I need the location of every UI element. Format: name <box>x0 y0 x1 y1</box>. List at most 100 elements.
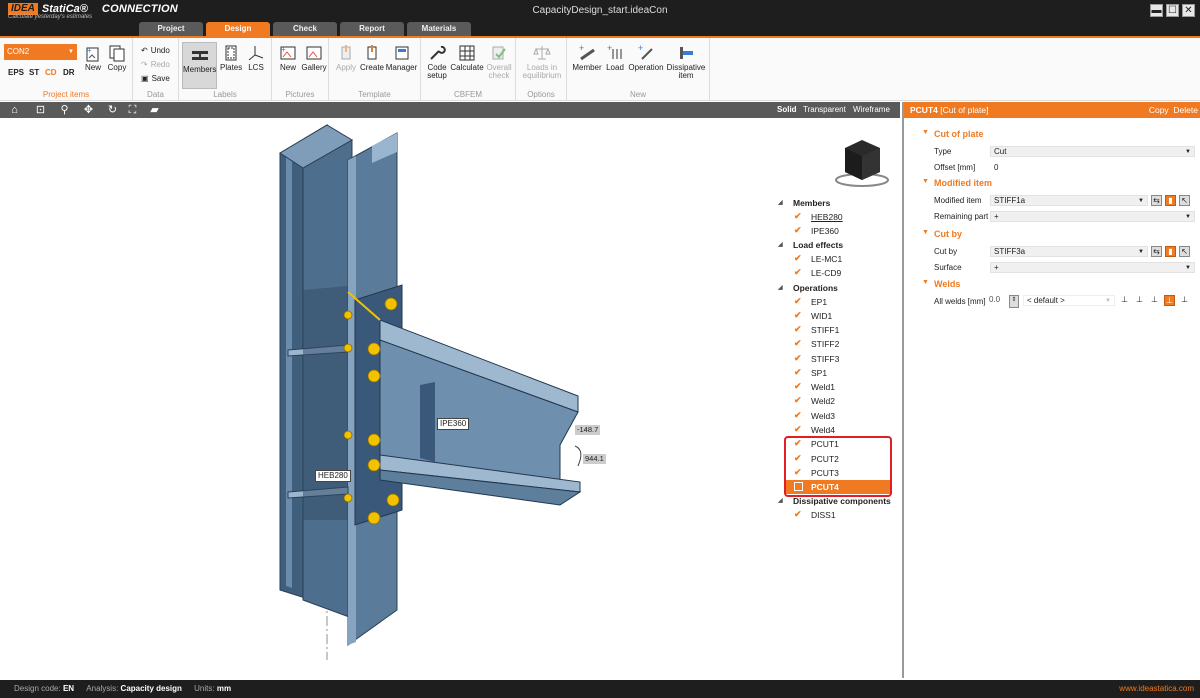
spin-icon[interactable]: ⇕ <box>1009 295 1019 308</box>
select-in-model-icon[interactable]: ⇆ <box>1151 246 1162 257</box>
tree-item-le-cd9[interactable]: ✔ LE-CD9 <box>776 266 900 280</box>
remaining-part-select[interactable]: + ▼ <box>990 211 1195 222</box>
tab-design[interactable]: Design <box>206 22 270 36</box>
connection-select[interactable]: CON2 ▼ <box>4 44 77 60</box>
loads-in-equilibrium-button[interactable]: Loads in equilibrium <box>519 44 565 80</box>
picture-new-button[interactable]: + New <box>277 44 299 72</box>
3d-viewport[interactable]: HEB280 IPE360 -148.7 944.1 <box>0 118 900 678</box>
partial-weld-icon[interactable]: ⊥ <box>1179 295 1190 306</box>
check-icon[interactable]: ✔ <box>794 382 803 391</box>
code-setup-button[interactable]: Code setup <box>426 44 448 80</box>
tree-group-members[interactable]: ◢ Members <box>776 196 900 210</box>
tree-group-operations[interactable]: ◢ Operations <box>776 281 900 295</box>
collapse-icon[interactable]: ▼ <box>922 178 929 185</box>
bevel-weld-icon[interactable]: ⊥ <box>1149 295 1160 306</box>
picture-gallery-button[interactable]: Gallery <box>301 44 327 72</box>
pick-item-icon[interactable]: ▮ <box>1165 195 1176 206</box>
cursor-icon[interactable]: ↖ <box>1179 246 1190 257</box>
zoom-icon[interactable]: ⚲ <box>58 104 71 116</box>
tab-materials[interactable]: Materials <box>407 22 471 36</box>
check-icon[interactable]: ✔ <box>794 425 803 434</box>
tree-item-stiff3[interactable]: ✔ STIFF3 <box>776 352 900 366</box>
new-member-button[interactable]: + Member <box>570 44 604 72</box>
tab-project[interactable]: Project <box>139 22 203 36</box>
modified-item-select[interactable]: STIFF1a ▼ <box>990 195 1148 206</box>
collapse-icon[interactable]: ◢ <box>778 281 783 295</box>
type-select[interactable]: Cut ▼ <box>990 146 1195 157</box>
check-icon[interactable]: ✔ <box>794 339 803 348</box>
delete-operation-button[interactable]: Delete <box>1173 105 1198 115</box>
collapse-icon[interactable]: ◢ <box>778 196 783 210</box>
check-icon[interactable]: ✔ <box>794 212 803 221</box>
tree-item-weld3[interactable]: ✔ Weld3 <box>776 409 900 423</box>
tree-item-ipe360[interactable]: ✔ IPE360 <box>776 224 900 238</box>
labels-members-button[interactable]: Members <box>182 42 217 89</box>
tree-item-ep1[interactable]: ✔ EP1 <box>776 295 900 309</box>
new-dissipative-item-button[interactable]: Dissipative item <box>665 44 707 80</box>
check-icon[interactable]: ✔ <box>794 226 803 235</box>
undo-button[interactable]: ↶ Undo <box>141 46 170 55</box>
template-apply-button[interactable]: Apply <box>333 44 359 72</box>
type-st[interactable]: ST <box>29 68 39 77</box>
home-icon[interactable]: ⌂ <box>8 104 21 116</box>
section-cut-by[interactable]: ▼ Cut by <box>922 229 962 239</box>
weld-type-select[interactable]: < default > ▼ <box>1023 295 1115 306</box>
close-button[interactable]: ✕ <box>1182 4 1195 17</box>
surface-select[interactable]: + ▼ <box>990 262 1195 273</box>
labels-lcs-button[interactable]: LCS <box>246 44 266 72</box>
rotate-icon[interactable]: ↻ <box>106 104 119 116</box>
check-icon[interactable]: ✔ <box>794 354 803 363</box>
check-icon[interactable]: ✔ <box>794 368 803 377</box>
type-dr[interactable]: DR <box>63 68 75 77</box>
redo-button[interactable]: ↷ Redo <box>141 60 170 69</box>
fillet-weld-icon[interactable]: ⊥ <box>1119 295 1130 306</box>
check-icon[interactable]: ✔ <box>794 254 803 263</box>
collapse-icon[interactable]: ◢ <box>778 494 783 508</box>
tree-item-heb280[interactable]: ✔ HEB280 <box>776 210 900 224</box>
view-mode-wireframe[interactable]: Wireframe <box>853 105 890 114</box>
calculate-button[interactable]: Calculate <box>450 44 484 72</box>
labels-plates-button[interactable]: Plates <box>220 44 242 72</box>
view-mode-transparent[interactable]: Transparent <box>803 105 846 114</box>
offset-input[interactable]: 0 <box>990 162 1195 173</box>
tree-item-stiff2[interactable]: ✔ STIFF2 <box>776 337 900 351</box>
tab-report[interactable]: Report <box>340 22 404 36</box>
collapse-icon[interactable]: ▼ <box>922 229 929 236</box>
check-icon[interactable]: ✔ <box>794 510 803 519</box>
section-cut-of-plate[interactable]: ▼ Cut of plate <box>922 129 984 139</box>
type-eps[interactable]: EPS <box>8 68 24 77</box>
tree-item-diss1[interactable]: ✔ DISS1 <box>776 508 900 522</box>
copy-item-button[interactable]: Copy <box>107 44 127 72</box>
check-icon[interactable]: ✔ <box>794 268 803 277</box>
double-fillet-weld-icon[interactable]: ⊥ <box>1134 295 1145 306</box>
save-button[interactable]: ▣ Save <box>141 74 170 83</box>
pan-icon[interactable]: ✥ <box>82 104 95 116</box>
render-icon[interactable]: ▰ <box>148 104 161 116</box>
check-icon[interactable]: ✔ <box>794 297 803 306</box>
check-icon[interactable]: ✔ <box>794 396 803 405</box>
tree-item-weld4[interactable]: ✔ Weld4 <box>776 423 900 437</box>
section-modified-item[interactable]: ▼ Modified item <box>922 178 992 188</box>
tree-item-wid1[interactable]: ✔ WID1 <box>776 309 900 323</box>
minimize-button[interactable]: ▬ <box>1150 4 1163 17</box>
tree-item-sp1[interactable]: ✔ SP1 <box>776 366 900 380</box>
zoom-window-icon[interactable]: ⊡ <box>34 104 47 116</box>
new-item-button[interactable]: + New <box>83 44 103 72</box>
website-link[interactable]: www.ideastatica.com <box>1119 680 1194 698</box>
all-welds-value[interactable]: 0.0 <box>989 295 1000 304</box>
type-cd[interactable]: CD <box>45 68 57 77</box>
new-operation-button[interactable]: + Operation <box>628 44 664 72</box>
new-load-button[interactable]: + Load <box>605 44 625 72</box>
pick-item-icon[interactable]: ▮ <box>1165 246 1176 257</box>
check-icon[interactable]: ✔ <box>794 325 803 334</box>
tree-item-le-mc1[interactable]: ✔ LE-MC1 <box>776 252 900 266</box>
maximize-button[interactable]: ☐ <box>1166 4 1179 17</box>
collapse-icon[interactable]: ◢ <box>778 238 783 252</box>
cut-by-select[interactable]: STIFF3a ▼ <box>990 246 1148 257</box>
view-mode-solid[interactable]: Solid <box>777 105 797 114</box>
copy-operation-button[interactable]: Copy <box>1149 105 1169 115</box>
check-icon[interactable]: ✔ <box>794 411 803 420</box>
tree-item-stiff1[interactable]: ✔ STIFF1 <box>776 323 900 337</box>
cursor-icon[interactable]: ↖ <box>1179 195 1190 206</box>
tree-item-weld2[interactable]: ✔ Weld2 <box>776 394 900 408</box>
